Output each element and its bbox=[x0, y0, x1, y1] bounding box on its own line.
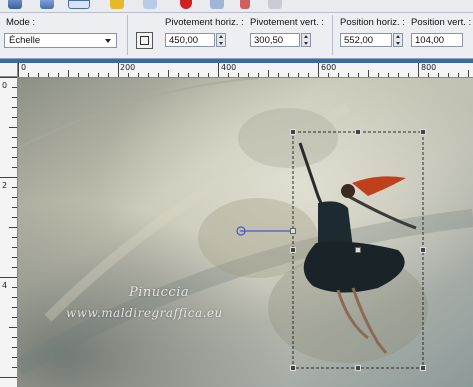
vertical-ruler: 0 2 4 bbox=[0, 77, 18, 387]
pivot-x-label: Pivotement horiz. : bbox=[165, 17, 244, 28]
ruler-label-v400: 4 bbox=[2, 281, 8, 290]
blank-icon[interactable] bbox=[143, 0, 157, 9]
ruler-label-v0: 0 bbox=[2, 81, 8, 90]
ruler-label-400: 400 bbox=[221, 63, 237, 72]
rotation-center-handle[interactable] bbox=[355, 247, 361, 253]
horizontal-ruler: 0 200 400 600 800 bbox=[18, 63, 473, 78]
mode-label: Mode : bbox=[6, 17, 36, 28]
play-icon[interactable] bbox=[210, 0, 224, 9]
position-y-input[interactable]: 104,00 bbox=[411, 33, 463, 47]
canvas-image[interactable]: Pinuccia www.maldiregraffica.eu bbox=[18, 78, 473, 387]
dancer-photo bbox=[18, 78, 473, 387]
position-x-spinner[interactable] bbox=[393, 33, 403, 47]
mode-select-value: Échelle bbox=[9, 35, 41, 46]
chevron-down-icon bbox=[105, 39, 111, 43]
record-icon[interactable] bbox=[180, 0, 192, 9]
transform-handle-bottom-left[interactable] bbox=[290, 365, 296, 371]
save-icon[interactable] bbox=[268, 0, 282, 9]
transform-handle-bottom-right[interactable] bbox=[420, 365, 426, 371]
pivot-x-input[interactable]: 450,00 bbox=[165, 33, 215, 47]
watermark-url: www.maldiregraffica.eu bbox=[66, 306, 223, 320]
pivot-y-input[interactable]: 300,50 bbox=[250, 33, 300, 47]
transform-handle-top-right[interactable] bbox=[420, 129, 426, 135]
transform-handle-right[interactable] bbox=[420, 247, 426, 253]
transform-handle-left[interactable] bbox=[290, 247, 296, 253]
transform-handle-bottom[interactable] bbox=[355, 365, 361, 371]
ruler-ticks bbox=[18, 63, 469, 77]
transform-handle-mid-left[interactable] bbox=[290, 228, 296, 234]
yellow-folder-icon[interactable] bbox=[110, 0, 124, 9]
ruler-corner bbox=[0, 63, 18, 77]
ruler-label-200: 200 bbox=[120, 63, 136, 72]
separator bbox=[127, 15, 128, 55]
position-x-label: Position horiz. : bbox=[340, 17, 405, 28]
grid-icon[interactable] bbox=[40, 0, 54, 9]
separator bbox=[332, 15, 333, 55]
mode-select[interactable]: Échelle bbox=[4, 33, 117, 48]
watermark-name: Pinuccia bbox=[129, 285, 190, 300]
list-icon[interactable] bbox=[68, 0, 90, 9]
transform-handle-top[interactable] bbox=[355, 129, 361, 135]
pivot-y-spinner[interactable] bbox=[301, 33, 311, 47]
delete-icon[interactable] bbox=[240, 0, 250, 9]
transform-handle-top-left[interactable] bbox=[290, 129, 296, 135]
ruler-label-600: 600 bbox=[321, 63, 337, 72]
position-x-input[interactable]: 552,00 bbox=[340, 33, 392, 47]
pivot-y-label: Pivotement vert. : bbox=[250, 17, 324, 28]
pivot-x-spinner[interactable] bbox=[216, 33, 226, 47]
cube-icon[interactable] bbox=[8, 0, 22, 9]
top-toolbar bbox=[0, 0, 473, 13]
ruler-label-0: 0 bbox=[21, 63, 27, 72]
ruler-label-800: 800 bbox=[421, 63, 437, 72]
tool-options-bar: Mode : Échelle Pivotement horiz. : 450,0… bbox=[0, 13, 473, 59]
ruler-ticks bbox=[0, 77, 17, 378]
position-y-label: Position vert. : bbox=[411, 17, 472, 28]
ruler-label-v200: 2 bbox=[2, 181, 8, 190]
reset-transform-icon[interactable] bbox=[136, 32, 153, 49]
